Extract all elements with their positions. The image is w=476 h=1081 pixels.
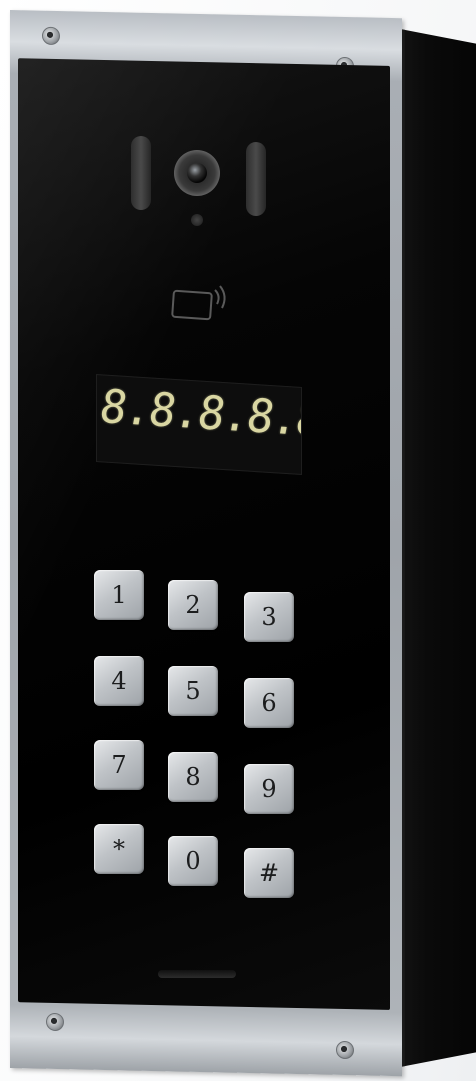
housing-side — [395, 28, 476, 1068]
key-7[interactable]: 7 — [94, 740, 144, 790]
display-digits: 8.8.8.8.8.8. — [101, 380, 302, 453]
key-8[interactable]: 8 — [168, 752, 218, 802]
key-1[interactable]: 1 — [94, 570, 144, 620]
key-3[interactable]: 3 — [244, 592, 294, 642]
key-5[interactable]: 5 — [168, 666, 218, 716]
seven-segment-display: 8.8.8.8.8.8. — [96, 374, 302, 475]
speaker-slot — [158, 970, 236, 978]
screw-icon — [46, 1012, 64, 1032]
key-9[interactable]: 9 — [244, 764, 294, 814]
ir-led-right — [246, 142, 266, 216]
key-4[interactable]: 4 — [94, 656, 144, 706]
screw-icon — [42, 26, 60, 46]
key-0[interactable]: 0 — [168, 836, 218, 886]
key-star[interactable]: * — [94, 824, 144, 874]
camera-icon — [174, 150, 220, 196]
key-hash[interactable]: # — [244, 848, 294, 898]
door-entry-intercom: 8.8.8.8.8.8. 1 2 3 4 5 6 7 8 9 * 0 # — [0, 0, 476, 1081]
screw-icon — [336, 1040, 354, 1060]
ir-led-left — [131, 136, 151, 210]
rfid-card-icon — [171, 285, 226, 321]
key-6[interactable]: 6 — [244, 678, 294, 728]
key-2[interactable]: 2 — [168, 580, 218, 630]
microphone-hole — [191, 214, 203, 226]
